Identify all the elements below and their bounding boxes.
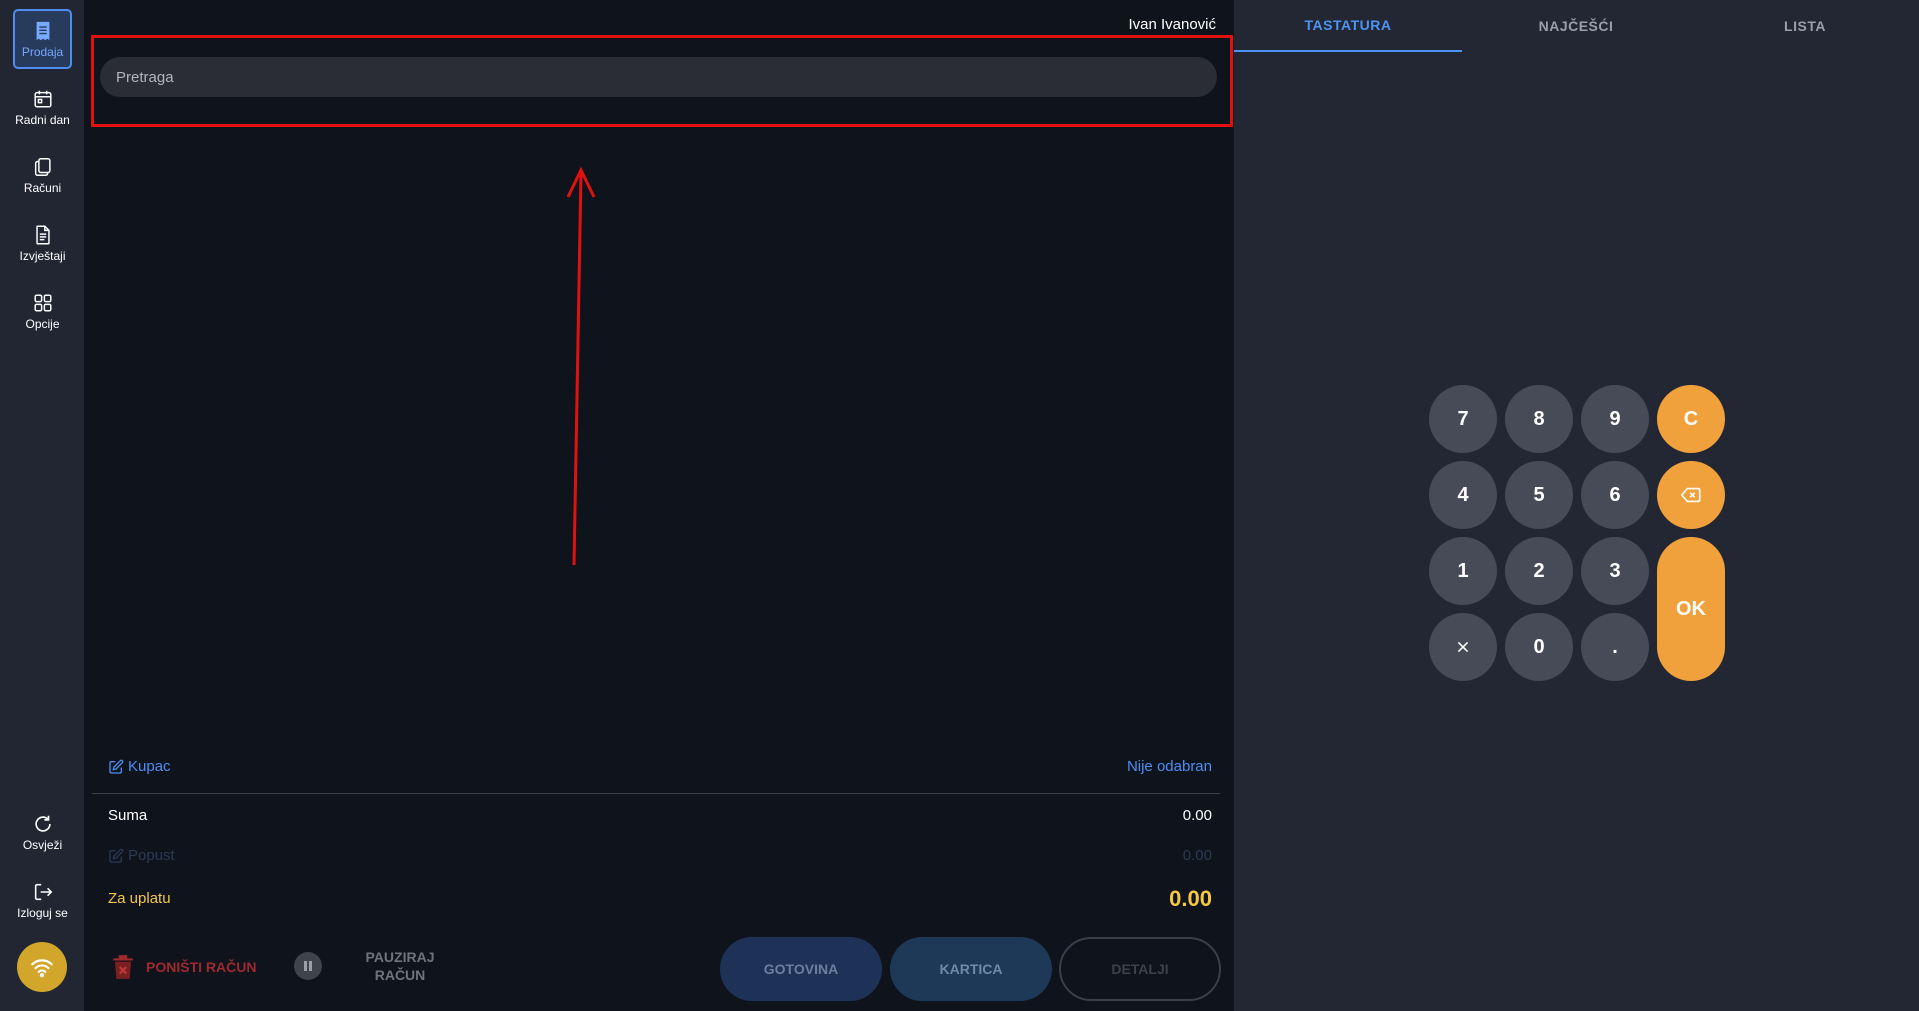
key-5[interactable]: 5	[1505, 461, 1573, 529]
customer-row: Kupac Nije odabran	[108, 758, 1212, 778]
divider	[92, 793, 1220, 794]
grid-icon	[33, 293, 52, 312]
tab-tastatura[interactable]: TASTATURA	[1234, 0, 1462, 52]
pause-label-line2: RAČUN	[374, 967, 426, 983]
customer-label: Kupac	[128, 758, 171, 775]
key-2[interactable]: 2	[1505, 537, 1573, 605]
sidebar-item-radni-dan[interactable]: Radni dan	[13, 77, 72, 137]
key-6[interactable]: 6	[1581, 461, 1649, 529]
cancel-receipt-button[interactable]: PONIŠTI RAČUN	[110, 953, 256, 981]
key-clear[interactable]: C	[1657, 385, 1725, 453]
sidebar-item-opcije[interactable]: Opcije	[13, 281, 72, 341]
keypad-panel: TASTATURA NAJČEŠĆI LISTA 7 8 9 C 4 5 6 1…	[1234, 0, 1919, 1011]
card-button[interactable]: KARTICA	[890, 937, 1052, 1001]
cancel-receipt-label: PONIŠTI RAČUN	[146, 959, 257, 975]
receipt-icon	[36, 21, 49, 40]
key-7[interactable]: 7	[1429, 385, 1497, 453]
pause-icon	[294, 952, 322, 980]
calendar-icon	[33, 90, 52, 108]
sidebar-item-izvjestaji[interactable]: Izvještaji	[13, 213, 72, 273]
wifi-icon	[31, 959, 53, 978]
key-ok[interactable]: OK	[1657, 537, 1725, 681]
key-8[interactable]: 8	[1505, 385, 1573, 453]
documents-icon	[34, 157, 51, 176]
backspace-icon	[1680, 487, 1701, 503]
edit-icon	[109, 759, 124, 774]
key-9[interactable]: 9	[1581, 385, 1649, 453]
sum-value: 0.00	[1182, 807, 1212, 824]
sum-label: Suma	[108, 807, 148, 824]
connection-status-button[interactable]	[17, 942, 67, 992]
trash-icon	[113, 955, 133, 979]
key-backspace[interactable]	[1657, 461, 1725, 529]
pause-receipt-button[interactable]: PAUZIRAJ RAČUN	[294, 948, 440, 984]
sidebar: Prodaja Radni dan Računi Izvještaji Opci…	[0, 0, 84, 1011]
sidebar-item-label: Računi	[23, 180, 62, 195]
key-multiply[interactable]	[1429, 613, 1497, 681]
details-button[interactable]: DETALJI	[1059, 937, 1221, 1001]
sidebar-item-osvjezi[interactable]: Osvježi	[13, 802, 72, 862]
total-due-label: Za uplatu	[108, 890, 171, 907]
sidebar-item-label: Radni dan	[15, 112, 70, 127]
sidebar-item-racuni[interactable]: Računi	[13, 145, 72, 205]
logout-icon	[34, 883, 52, 900]
report-icon	[35, 225, 50, 244]
discount-label: Popust	[128, 847, 175, 864]
sidebar-item-label: Osvježi	[22, 837, 63, 852]
key-3[interactable]: 3	[1581, 537, 1649, 605]
key-0[interactable]: 0	[1505, 613, 1573, 681]
multiply-icon	[1457, 641, 1469, 653]
discount-value: 0.00	[1182, 847, 1212, 864]
key-1[interactable]: 1	[1429, 537, 1497, 605]
edit-icon	[109, 848, 124, 863]
sidebar-item-prodaja[interactable]: Prodaja	[13, 9, 72, 69]
sidebar-item-label: Prodaja	[21, 44, 64, 59]
customer-edit-link[interactable]: Kupac	[108, 758, 171, 775]
sidebar-item-label: Izvještaji	[19, 248, 66, 263]
tab-lista[interactable]: LISTA	[1691, 0, 1919, 52]
refresh-icon	[34, 815, 51, 832]
total-due-value: 0.00	[1169, 886, 1212, 911]
sale-panel: Ivan Ivanović Kupac Nije odabran Suma 0.…	[84, 0, 1234, 1011]
search-input[interactable]	[100, 57, 1217, 97]
key-decimal[interactable]: .	[1581, 613, 1649, 681]
sidebar-item-izloguj-se[interactable]: Izloguj se	[13, 870, 72, 930]
sidebar-item-label: Izloguj se	[17, 905, 68, 920]
user-name: Ivan Ivanović	[1128, 16, 1216, 33]
discount-edit-link[interactable]: Popust	[108, 847, 175, 864]
cash-button[interactable]: GOTOVINA	[720, 937, 882, 1001]
tab-najcesci[interactable]: NAJČEŠĆI	[1462, 0, 1690, 52]
key-4[interactable]: 4	[1429, 461, 1497, 529]
pause-label-line1: PAUZIRAJ	[365, 949, 435, 965]
sidebar-item-label: Opcije	[25, 316, 60, 331]
customer-value[interactable]: Nije odabran	[1127, 758, 1212, 775]
